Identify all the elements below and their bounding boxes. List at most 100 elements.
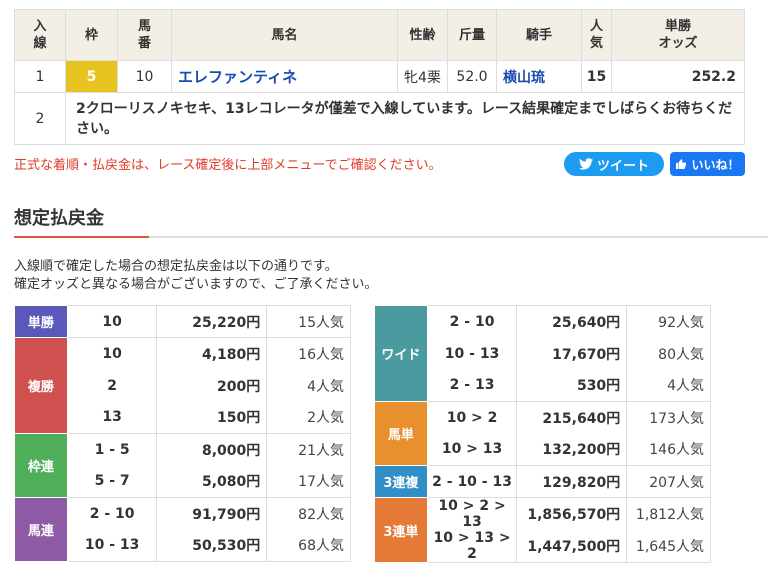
payout-row: 馬単 10 > 2 215,640円 173人気	[374, 401, 711, 466]
payout-amount: 215,640円	[516, 401, 628, 434]
umaren-label: 馬連	[14, 497, 68, 562]
combination: 13	[66, 401, 158, 434]
combination: 2 - 10 - 13	[426, 465, 518, 498]
popularity: 15人気	[266, 305, 351, 338]
popularity: 80人気	[626, 337, 711, 370]
payout-amount: 17,670円	[516, 337, 628, 370]
popularity: 4人気	[626, 369, 711, 402]
header-name: 馬名	[171, 9, 398, 61]
popularity: 207人気	[626, 465, 711, 498]
popularity: 4人気	[266, 369, 351, 402]
photo-finish-note: 2クローリスノキセキ、13レコレータが僅差で入線しています。レース結果確定までし…	[65, 92, 745, 145]
frame-cell: 5	[65, 60, 118, 93]
payout-amount: 530円	[516, 369, 628, 402]
rank-cell: 1	[14, 60, 66, 93]
payout-amount: 50,530円	[156, 529, 268, 562]
combination: 10 - 13	[426, 337, 518, 370]
header-pop: 人 気	[581, 9, 612, 61]
popularity: 146人気	[626, 433, 711, 466]
section-title: 想定払戻金	[14, 208, 104, 229]
popularity: 21人気	[266, 433, 351, 466]
payout-row: ワイド 2 - 10 25,640円 92人気	[374, 305, 711, 402]
tweet-label: ツイート	[596, 158, 649, 174]
combination: 10	[66, 305, 158, 338]
combination: 2 - 13	[426, 369, 518, 402]
sanrentan-label: 3連単	[374, 497, 428, 563]
result-row-2: 2 2クローリスノキセキ、13レコレータが僅差で入線しています。レース結果確定ま…	[14, 92, 745, 145]
header-odds: 単勝 オッズ	[611, 9, 745, 61]
combination: 10 > 13	[426, 433, 518, 466]
intro-text-1: 入線順で確定した場合の想定払戻金は以下の通りです。	[14, 259, 338, 274]
payout-row: 複勝 10 4,180円 16人気	[14, 337, 351, 434]
payout-row: 3連複 2 - 10 - 13 129,820円 207人気	[374, 465, 711, 498]
combination: 10 - 13	[66, 529, 158, 562]
combination: 10 > 13 > 2	[426, 530, 518, 563]
popularity: 68人気	[266, 529, 351, 562]
payout-amount: 4,180円	[156, 337, 268, 370]
twitter-bird-icon	[578, 158, 593, 170]
like-button[interactable]: いいね！	[670, 152, 745, 176]
payout-amount: 150円	[156, 401, 268, 434]
section-divider-accent	[14, 236, 149, 238]
pop-cell: 15	[581, 60, 612, 93]
payout-amount: 200円	[156, 369, 268, 402]
popularity: 92人気	[626, 305, 711, 338]
payout-row: 馬連 2 - 10 91,790円 82人気	[14, 497, 351, 562]
payout-amount: 132,200円	[516, 433, 628, 466]
header-num: 馬 番	[117, 9, 172, 61]
payout-amount: 1,856,570円	[516, 497, 628, 530]
header-frame: 枠	[65, 9, 118, 61]
umatan-label: 馬単	[374, 401, 428, 466]
tweet-button[interactable]: ツイート	[564, 152, 664, 176]
popularity: 16人気	[266, 337, 351, 370]
payout-row: 単勝 10 25,220円 15人気	[14, 305, 351, 338]
combination: 10	[66, 337, 158, 370]
payout-amount: 91,790円	[156, 497, 268, 530]
popularity: 2人気	[266, 401, 351, 434]
num-cell: 10	[117, 60, 172, 93]
popularity: 1,645人気	[626, 530, 711, 563]
combination: 2 - 10	[66, 497, 158, 530]
popularity: 173人気	[626, 401, 711, 434]
combination: 2 - 10	[426, 305, 518, 338]
rank-cell: 2	[14, 92, 66, 145]
horse-name-link[interactable]: エレファンティネ	[171, 60, 398, 93]
weight-cell: 52.0	[447, 60, 497, 93]
combination: 10 > 2 > 13	[426, 497, 518, 530]
intro-text-2: 確定オッズと異なる場合がございますので、ご了承ください。	[14, 277, 378, 292]
header-rank: 入 線	[14, 9, 66, 61]
popularity: 82人気	[266, 497, 351, 530]
payout-table-right: ワイド 2 - 10 25,640円 92人気 10 - 13 17,670円 …	[374, 305, 711, 563]
race-result-table: 入 線 枠 馬 番 馬名 性齢 斤量 騎手 人 気 単勝 オッズ 1 5 10 …	[14, 9, 745, 145]
sexage-cell: 牝4栗	[397, 60, 448, 93]
combination: 5 - 7	[66, 465, 158, 498]
payout-amount: 25,640円	[516, 305, 628, 338]
popularity: 1,812人気	[626, 497, 711, 530]
payout-table-left: 単勝 10 25,220円 15人気 複勝 10 4,180円 16人気 2 2…	[14, 305, 351, 562]
like-label: いいね！	[691, 157, 740, 172]
wakuren-label: 枠連	[14, 433, 68, 498]
payout-amount: 25,220円	[156, 305, 268, 338]
jockey-link[interactable]: 横山琉	[496, 60, 582, 93]
header-jockey: 騎手	[496, 9, 582, 61]
header-sexage: 性齢	[397, 9, 448, 61]
payout-row: 枠連 1 - 5 8,000円 21人気	[14, 433, 351, 498]
payout-amount: 8,000円	[156, 433, 268, 466]
thumbs-up-icon	[676, 159, 687, 169]
payout-amount: 129,820円	[516, 465, 628, 498]
combination: 1 - 5	[66, 433, 158, 466]
confirmation-warning: 正式な着順・払戻金は、レース確定後に上部メニューでご確認ください。	[14, 158, 442, 173]
combination: 2	[66, 369, 158, 402]
fukusho-label: 複勝	[14, 337, 68, 434]
header-weight: 斤量	[447, 9, 497, 61]
payout-amount: 5,080円	[156, 465, 268, 498]
tansho-label: 単勝	[14, 305, 68, 338]
result-row-1: 1 5 10 エレファンティネ 牝4栗 52.0 横山琉 15 252.2	[14, 60, 745, 93]
combination: 10 > 2	[426, 401, 518, 434]
odds-cell: 252.2	[611, 60, 745, 93]
popularity: 17人気	[266, 465, 351, 498]
sanrenpuku-label: 3連複	[374, 465, 428, 498]
payout-amount: 1,447,500円	[516, 530, 628, 563]
payout-row: 3連単 10 > 2 > 13 1,856,570円 1,812人気	[374, 497, 711, 563]
wide-label: ワイド	[374, 305, 428, 402]
